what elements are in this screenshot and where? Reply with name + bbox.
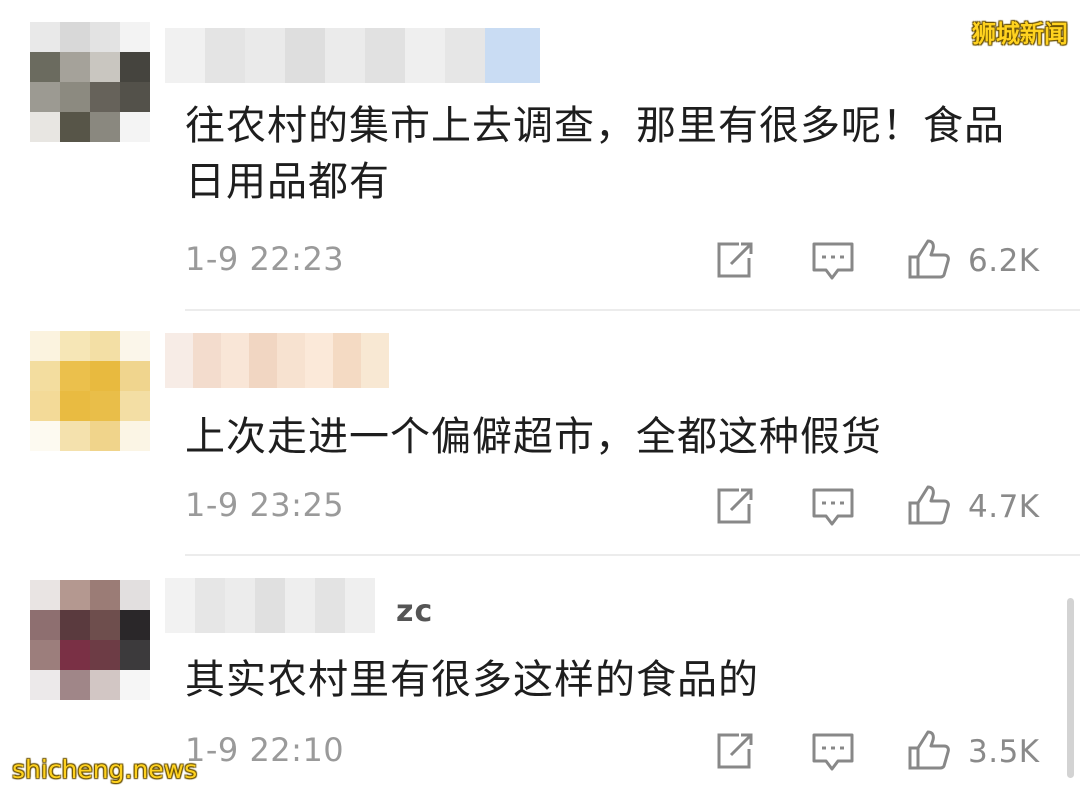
avatar[interactable] — [30, 331, 150, 451]
comment-icon[interactable] — [810, 240, 856, 282]
scrollbar[interactable] — [1067, 598, 1074, 778]
comment-icon[interactable] — [810, 731, 856, 773]
site-watermark: shicheng.news — [12, 755, 198, 784]
comment-time: 1-9 22:10 — [185, 731, 345, 769]
comment-item: 往农村的集市上去调查，那里有很多呢！食品 日用品都有 1-9 22:23 6.2… — [0, 0, 1080, 310]
like-count: 4.7K — [968, 489, 1040, 525]
watermark: 狮城新闻 — [972, 20, 1068, 48]
comment-text: 其实农村里有很多这样的食品的 — [185, 657, 759, 703]
share-icon[interactable] — [713, 731, 757, 771]
comment-icon[interactable] — [810, 486, 856, 528]
thumbs-up-icon[interactable] — [906, 237, 952, 281]
comment-text: 往农村的集市上去调查，那里有很多呢！食品 日用品都有 — [185, 103, 1005, 205]
thumbs-up-icon[interactable] — [906, 483, 952, 527]
like-count: 6.2K — [968, 243, 1040, 279]
avatar[interactable] — [30, 22, 150, 142]
like-count: 3.5K — [968, 734, 1040, 770]
comment-item: 上次走进一个偏僻超市，全都这种假货 1-9 23:25 4.7K — [0, 311, 1080, 555]
share-icon[interactable] — [713, 240, 757, 280]
username[interactable] — [165, 333, 389, 388]
comment-time: 1-9 23:25 — [185, 486, 345, 524]
comment-time: 1-9 22:23 — [185, 240, 345, 278]
share-icon[interactable] — [713, 486, 757, 526]
comment-text: 上次走进一个偏僻超市，全都这种假货 — [185, 414, 882, 460]
username[interactable] — [165, 28, 540, 83]
username-suffix[interactable]: zc — [396, 594, 433, 629]
thumbs-up-icon[interactable] — [906, 728, 952, 772]
username[interactable] — [165, 578, 375, 633]
avatar[interactable] — [30, 580, 150, 700]
